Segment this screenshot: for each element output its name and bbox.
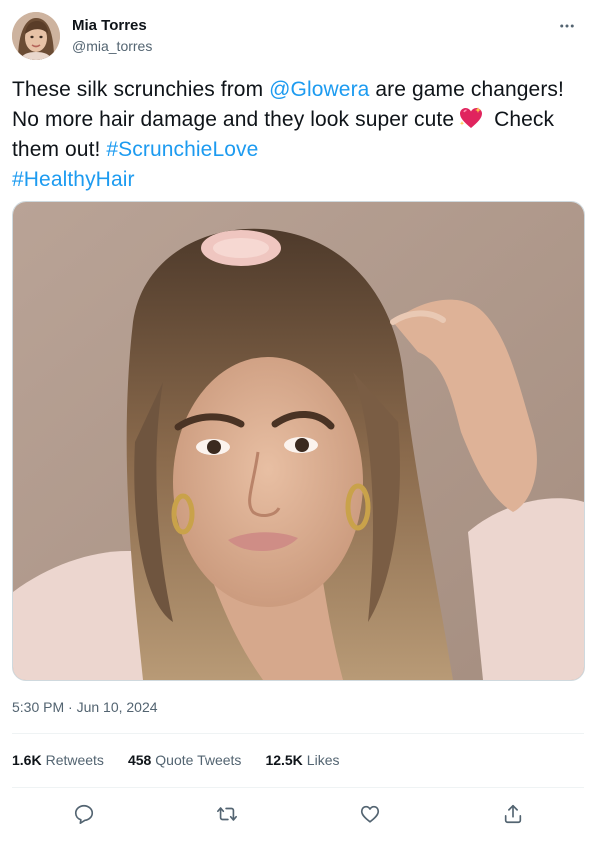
tweet-header: Mia Torres @mia_torres — [12, 12, 584, 62]
tweet-photo[interactable] — [12, 201, 585, 681]
hashtag-link[interactable]: #HealthyHair — [12, 168, 135, 191]
tweet-actions — [12, 797, 584, 831]
likes-count: 12.5K — [265, 752, 303, 768]
reply-button[interactable] — [67, 797, 101, 831]
hashtag-link[interactable]: #ScrunchieLove — [106, 138, 258, 161]
quote-tweets-label: Quote Tweets — [155, 752, 242, 768]
quote-tweets-count: 458 — [127, 752, 152, 768]
avatar-image — [12, 12, 60, 60]
divider — [12, 733, 584, 734]
likes-stat[interactable]: 12.5K Likes — [265, 752, 339, 772]
photo-illustration — [13, 202, 584, 680]
divider — [12, 787, 584, 788]
quote-tweets-stat[interactable]: 458 Quote Tweets — [128, 752, 242, 772]
mention-link[interactable]: @Glowera — [269, 78, 369, 101]
sparkling-heart-icon — [458, 106, 484, 130]
share-icon — [504, 804, 522, 824]
like-button[interactable] — [353, 797, 387, 831]
tweet-timestamp[interactable]: 5:30 PM · Jun 10, 2024 — [12, 699, 158, 715]
handle[interactable]: @mia_torres — [72, 36, 152, 56]
retweet-button[interactable] — [210, 797, 244, 831]
tweet-card: Mia Torres @mia_torres These silk scrunc… — [0, 0, 596, 850]
share-button[interactable] — [496, 797, 530, 831]
tweet-text: These silk scrunchies from @Glowera are … — [12, 75, 572, 195]
reply-icon — [74, 804, 94, 824]
more-options-button[interactable] — [552, 14, 582, 38]
tweet-stats: 1.6K Retweets 458 Quote Tweets 12.5K Likes — [12, 752, 339, 772]
retweet-icon — [217, 807, 237, 821]
retweets-count: 1.6K — [12, 752, 42, 768]
retweets-label: Retweets — [45, 752, 104, 768]
likes-label: Likes — [306, 752, 340, 768]
tweet-text-part: These silk scrunchies from — [12, 78, 270, 101]
retweets-stat[interactable]: 1.6K Retweets — [12, 752, 104, 772]
heart-icon — [360, 805, 380, 823]
author-names: Mia Torres @mia_torres — [72, 16, 152, 56]
display-name[interactable]: Mia Torres — [72, 16, 152, 36]
more-icon — [560, 24, 574, 28]
avatar[interactable] — [12, 12, 60, 60]
